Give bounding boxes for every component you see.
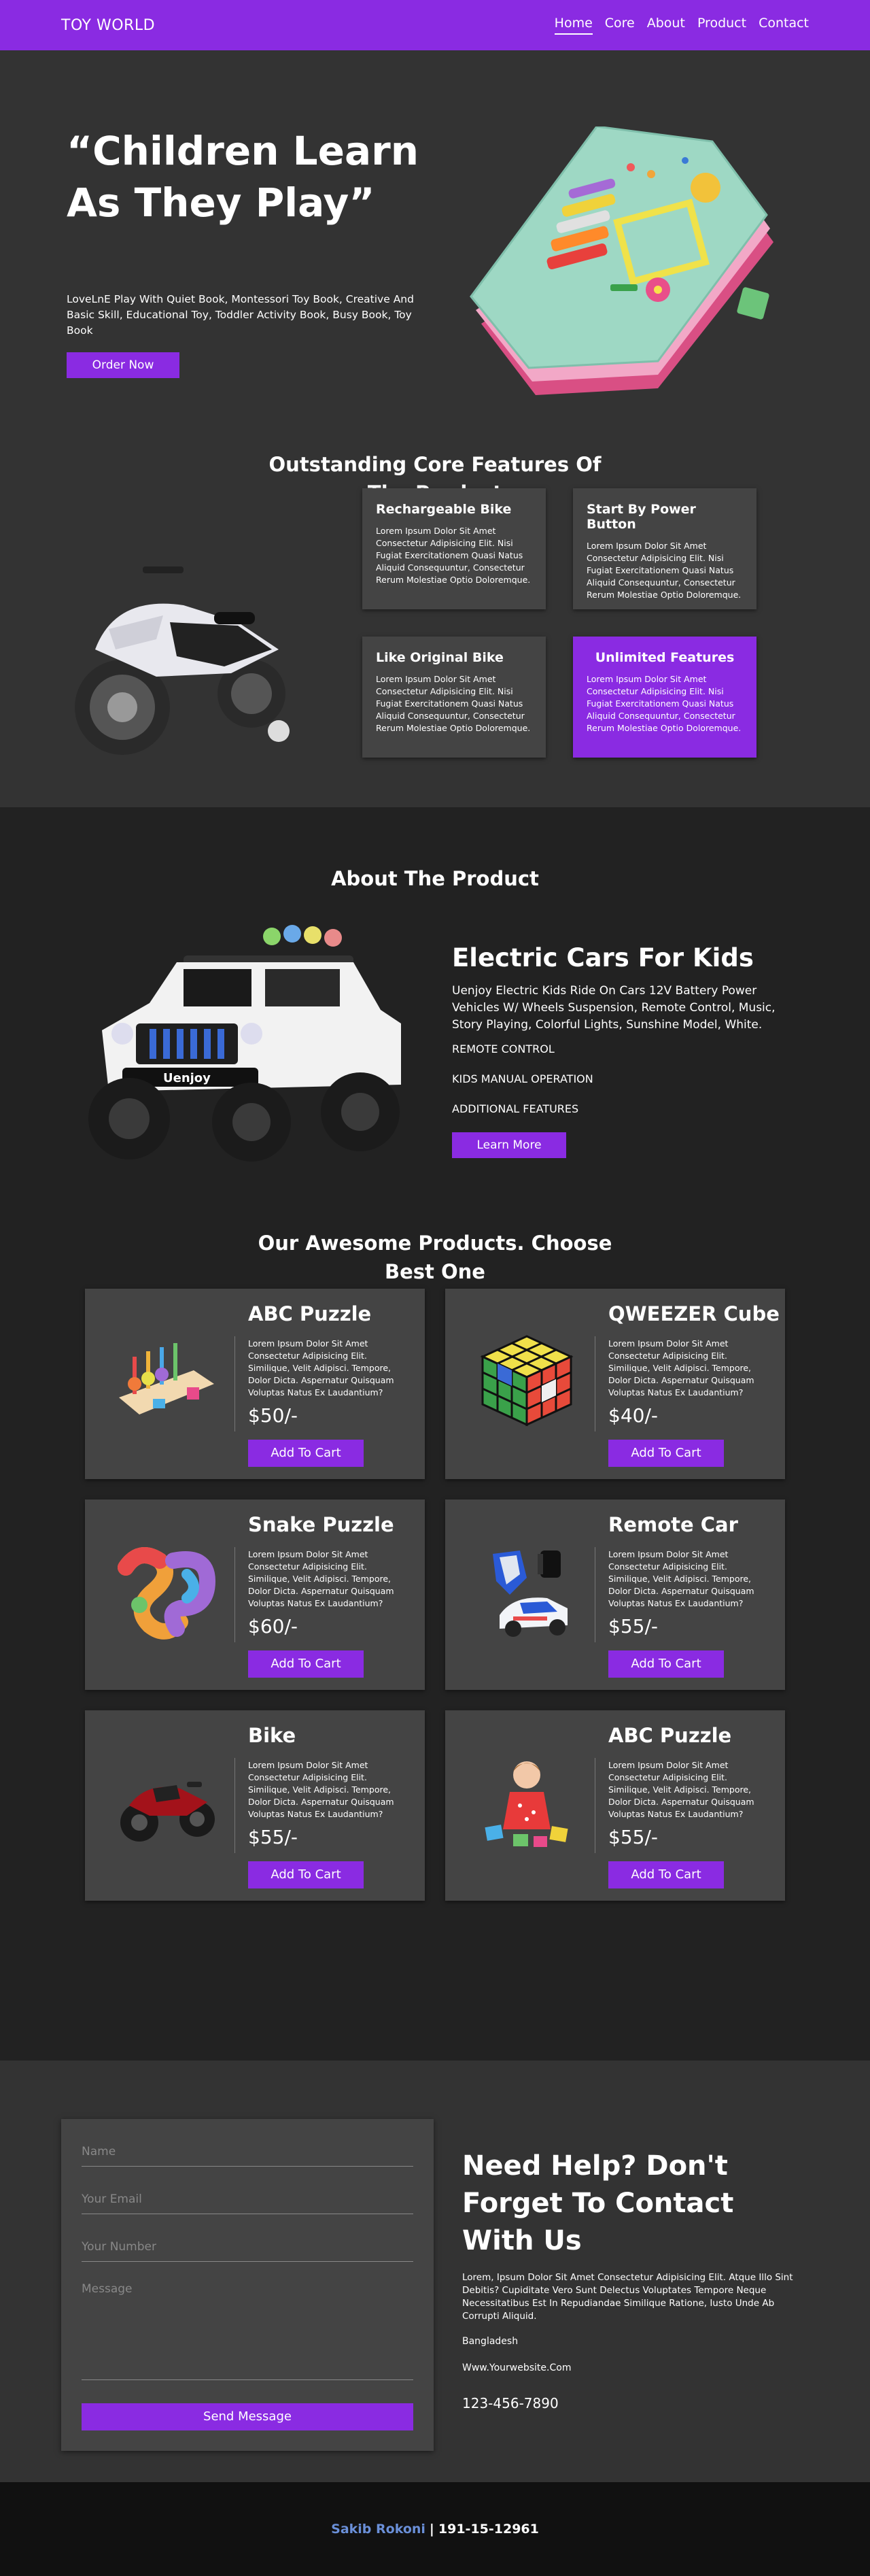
add-to-cart-button[interactable]: Add To Cart (608, 1861, 724, 1888)
product-card-remote-car: Remote Car Lorem Ipsum Dolor Sit Amet Co… (445, 1499, 785, 1690)
footer: Sakib Rokoni | 191-15-12961 (0, 2482, 870, 2576)
product-price: $55/- (608, 1826, 658, 1848)
message-textarea[interactable] (82, 2280, 413, 2380)
add-to-cart-button[interactable]: Add To Cart (608, 1650, 724, 1678)
email-input[interactable] (82, 2184, 413, 2214)
electric-jeep-image: Uenjoy (88, 925, 401, 1162)
rubiks-cube-image (480, 1335, 574, 1427)
contact-phone[interactable]: 123-456-7890 (462, 2395, 559, 2411)
feature-card-title: Unlimited Features (595, 650, 735, 665)
name-input[interactable] (82, 2137, 413, 2167)
contact-description: Lorem, Ipsum Dolor Sit Amet Consectetur … (462, 2272, 793, 2322)
product-description: Lorem Ipsum Dolor Sit Amet Consectetur A… (248, 1338, 394, 1397)
footer-id: 191-15-12961 (438, 2522, 539, 2537)
product-name: ABC Puzzle (248, 1302, 372, 1325)
feature-card-text: Lorem Ipsum Dolor Sit Amet Consectetur A… (376, 674, 531, 733)
contact-title: Need Help? Don't Forget To Contact With … (462, 2150, 734, 2256)
send-message-button[interactable]: Send Message (82, 2403, 413, 2430)
jeep-brand-label: Uenjoy (163, 1071, 211, 1085)
feature-card-text: Lorem Ipsum Dolor Sit Amet Consectetur A… (587, 674, 742, 733)
product-card-abc-puzzle: ABC Puzzle Lorem Ipsum Dolor Sit Amet Co… (85, 1289, 425, 1479)
hero-title: “Children Learn As They Play” (67, 128, 419, 226)
product-name: Remote Car (608, 1513, 738, 1536)
features-section: Outstanding Core Features Of The Product… (0, 401, 870, 807)
nav-link-about[interactable]: About (647, 16, 685, 35)
learn-more-button[interactable]: Learn More (452, 1132, 566, 1158)
product-name: Bike (248, 1724, 296, 1747)
product-divider (234, 1758, 235, 1853)
list-item: ADDITIONAL FEATURES (452, 1102, 579, 1115)
add-to-cart-button[interactable]: Add To Cart (248, 1440, 364, 1467)
feature-card-text: Lorem Ipsum Dolor Sit Amet Consectetur A… (587, 541, 742, 600)
abc-puzzle-image (119, 1343, 214, 1414)
snake-puzzle-image (118, 1547, 216, 1640)
product-name: ABC Puzzle (608, 1724, 732, 1747)
feature-card-title: Rechargeable Bike (376, 502, 512, 517)
feature-card-unlimited-features: Unlimited Features Lorem Ipsum Dolor Sit… (573, 637, 756, 758)
number-input[interactable] (82, 2232, 413, 2262)
product-description: Lorem Ipsum Dolor Sit Amet Consectetur A… (608, 1338, 754, 1397)
product-divider (234, 1336, 235, 1431)
nav-link-product[interactable]: Product (697, 16, 746, 35)
contact-form: Send Message (61, 2119, 434, 2451)
about-heading: Electric Cars For Kids (452, 943, 754, 972)
product-price: $55/- (608, 1615, 658, 1638)
site-logo[interactable]: TOY WORLD (61, 17, 155, 34)
nav-link-core[interactable]: Core (605, 16, 635, 35)
product-description: Lorem Ipsum Dolor Sit Amet Consectetur A… (248, 1549, 394, 1608)
about-products-wrapper: About The Product Uenjoy Electric Cars F… (0, 807, 870, 2061)
product-description: Lorem Ipsum Dolor Sit Amet Consectetur A… (248, 1760, 394, 1819)
contact-section: Send Message Need Help? Don't Forget To … (0, 2061, 870, 2482)
product-description: Lorem Ipsum Dolor Sit Amet Consectetur A… (608, 1549, 754, 1608)
feature-card-title: Like Original Bike (376, 650, 504, 665)
product-price: $55/- (248, 1826, 298, 1848)
contact-website[interactable]: Www.Yourwebsite.Com (462, 2362, 571, 2373)
contact-location: Bangladesh (462, 2336, 519, 2347)
product-name: Snake Puzzle (248, 1513, 394, 1536)
nav-link-contact[interactable]: Contact (759, 16, 809, 35)
hero-section: “Children Learn As They Play” LoveLnE Pl… (0, 50, 870, 401)
product-description: Lorem Ipsum Dolor Sit Amet Consectetur A… (608, 1760, 754, 1819)
remote-car-image (493, 1550, 568, 1637)
list-item: KIDS MANUAL OPERATION (452, 1072, 593, 1085)
add-to-cart-button[interactable]: Add To Cart (248, 1650, 364, 1678)
product-price: $60/- (248, 1615, 298, 1638)
add-to-cart-button[interactable]: Add To Cart (608, 1440, 724, 1467)
product-divider (234, 1547, 235, 1642)
feature-card-title: Start By Power Button (587, 502, 696, 532)
product-card-qweezer-cube: QWEEZER Cube Lorem Ipsum Dolor Sit Amet … (445, 1289, 785, 1479)
add-to-cart-button[interactable]: Add To Cart (248, 1861, 364, 1888)
products-title: Our Awesome Products. Choose Best One (258, 1232, 612, 1283)
order-now-button[interactable]: Order Now (67, 352, 179, 378)
nav-links: Home Core About Product Contact (542, 16, 809, 35)
about-feature-list: REMOTE CONTROL KIDS MANUAL OPERATION ADD… (452, 1043, 593, 1132)
products-section: Our Awesome Products. Choose Best One AB… (0, 1208, 870, 2061)
child-with-puzzle-image (485, 1761, 568, 1847)
about-title: About The Product (331, 867, 539, 890)
feature-card-text: Lorem Ipsum Dolor Sit Amet Consectetur A… (376, 526, 531, 585)
product-price: $50/- (248, 1404, 298, 1427)
hero-subtitle: LoveLnE Play With Quiet Book, Montessori… (67, 293, 414, 337)
about-section: About The Product Uenjoy Electric Cars F… (0, 807, 870, 1208)
list-item: REMOTE CONTROL (452, 1043, 555, 1055)
motorbike-image (75, 566, 290, 755)
top-nav: TOY WORLD Home Core About Product Contac… (0, 0, 870, 50)
quiet-book-image (470, 126, 773, 395)
toy-bike-image (120, 1782, 215, 1842)
product-name: QWEEZER Cube (608, 1302, 780, 1325)
product-card-snake-puzzle: Snake Puzzle Lorem Ipsum Dolor Sit Amet … (85, 1499, 425, 1690)
feature-card-original-bike: Like Original Bike Lorem Ipsum Dolor Sit… (362, 637, 546, 758)
footer-separator: | (429, 2522, 434, 2537)
nav-link-home[interactable]: Home (554, 16, 593, 35)
feature-card-rechargeable-bike: Rechargeable Bike Lorem Ipsum Dolor Sit … (362, 488, 546, 609)
product-price: $40/- (608, 1404, 658, 1427)
product-card-bike: Bike Lorem Ipsum Dolor Sit Amet Consecte… (85, 1710, 425, 1901)
footer-author-name: Sakib Rokoni (331, 2522, 425, 2537)
product-card-abc-puzzle-2: ABC Puzzle Lorem Ipsum Dolor Sit Amet Co… (445, 1710, 785, 1901)
feature-card-power-button: Start By Power Button Lorem Ipsum Dolor … (573, 488, 756, 609)
about-description: Uenjoy Electric Kids Ride On Cars 12V Ba… (452, 984, 776, 1032)
